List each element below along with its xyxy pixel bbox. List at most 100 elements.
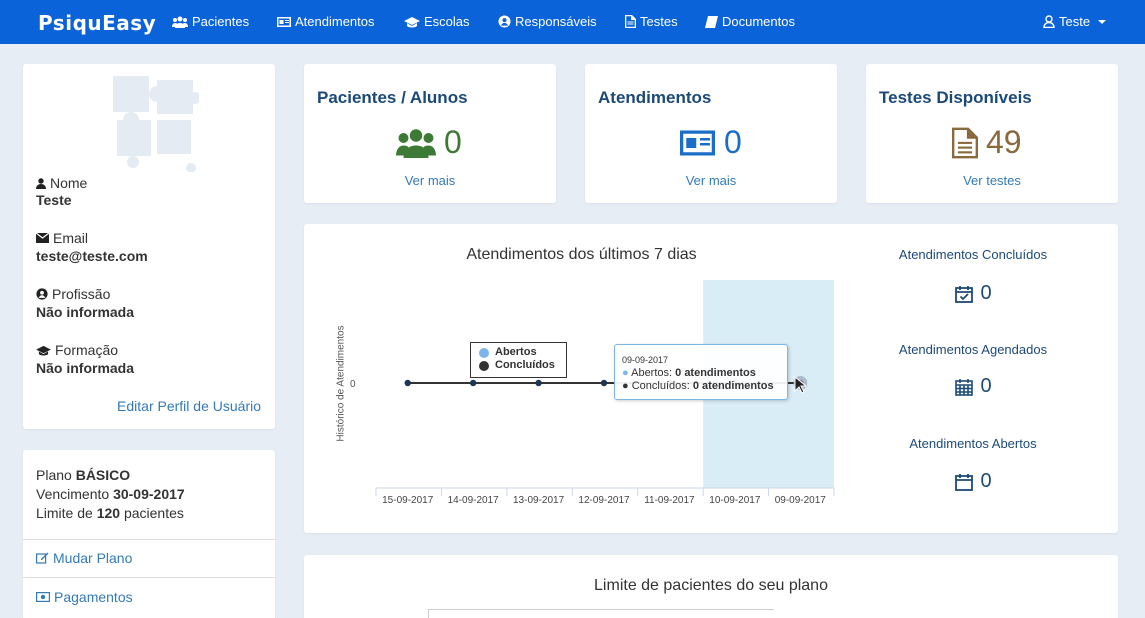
stat-value-row: 0	[396, 124, 462, 161]
x-tick-label: 10-09-2017	[709, 495, 761, 506]
calendar-icon	[955, 473, 974, 491]
summary-value: 0	[980, 282, 992, 304]
y-tick-label: 0	[350, 379, 356, 390]
nav-documentos[interactable]: Documentos	[705, 14, 795, 29]
envelope-icon	[36, 233, 49, 243]
legend-marker	[479, 360, 489, 371]
chart-title: Atendimentos dos últimos 7 dias	[466, 246, 697, 263]
nome-value: Teste	[36, 192, 72, 208]
x-tick-label: 15-09-2017	[382, 495, 434, 506]
summary-value: 0	[980, 470, 992, 492]
nome-label: Nome	[50, 175, 88, 191]
nome-label-row: Nome	[36, 175, 87, 191]
ver-mais-pacientes-link[interactable]: Ver mais	[304, 173, 556, 188]
tooltip-value: 0 atendimentos	[675, 367, 756, 379]
nav-escolas-label: Escolas	[424, 14, 470, 29]
limit-chart-title: Limite de pacientes do seu plano	[594, 577, 828, 594]
legend-item-abertos[interactable]: Abertos	[479, 346, 566, 359]
plan-card: Plano BÁSICO Vencimento 30-09-2017 Limit…	[23, 450, 275, 618]
tooltip-date: 09-09-2017	[622, 355, 669, 365]
formacao-label-row: Formação	[36, 342, 118, 358]
data-point	[535, 379, 542, 387]
summary-value: 0	[980, 375, 992, 397]
navbar: PsiquEasy Pacientes Atendimentos Escolas…	[0, 0, 1145, 44]
document-icon	[625, 15, 636, 28]
summary-value-row: 0	[859, 282, 1087, 305]
appointments-chart-card: Atendimentos dos últimos 7 dias Históric…	[304, 224, 1118, 533]
edit-profile-link[interactable]: Editar Perfil de Usuário	[117, 398, 261, 414]
chart-tooltip: 09-09-2017 ● Abertos: 0 atendimentos ● C…	[614, 344, 788, 400]
stat-value-row: 49	[952, 124, 1022, 161]
data-point	[469, 379, 477, 387]
nav-documentos-label: Documentos	[722, 14, 795, 29]
limit-chart-plot	[428, 609, 774, 618]
user-icon	[1043, 15, 1055, 28]
user-menu-label: Teste	[1059, 14, 1091, 29]
legend-label: Abertos	[495, 346, 537, 358]
user-icon	[36, 177, 46, 189]
summary-title: Atendimentos Abertos	[909, 436, 1037, 451]
divider	[23, 539, 275, 540]
id-card-icon	[680, 130, 715, 155]
ver-testes-link[interactable]: Ver testes	[866, 173, 1118, 188]
graduation-cap-icon	[36, 345, 51, 356]
brand-logo[interactable]: PsiquEasy	[38, 11, 156, 35]
limit-value: 120	[96, 505, 121, 521]
stat-title: Testes Disponíveis	[879, 88, 1032, 107]
document-icon	[952, 127, 978, 158]
users-icon	[172, 16, 188, 28]
user-menu[interactable]: Teste	[1043, 14, 1107, 29]
nav-escolas[interactable]: Escolas	[404, 14, 470, 29]
expiry-date: 30-09-2017	[113, 486, 185, 502]
avatar	[113, 76, 199, 172]
stat-card-atendimentos: Atendimentos 0 Ver mais	[585, 64, 837, 203]
legend-item-concluidos[interactable]: Concluídos	[479, 359, 566, 372]
user-circle-icon	[36, 288, 48, 300]
payments-label: Pagamentos	[54, 589, 133, 605]
tooltip-value: 0 atendimentos	[692, 380, 774, 392]
profile-card: Nome Teste Email teste@teste.com Profiss…	[23, 64, 275, 429]
data-point	[404, 379, 411, 387]
tooltip-label: Abertos:	[631, 367, 673, 379]
users-icon	[396, 128, 436, 158]
x-tick-label: 14-09-2017	[447, 495, 499, 506]
stat-card-testes: Testes Disponíveis 49 Ver testes	[866, 64, 1118, 203]
plan-info: Plano BÁSICO Vencimento 30-09-2017 Limit…	[36, 466, 185, 523]
chart-legend: Abertos Concluídos	[470, 342, 567, 378]
nav-testes-label: Testes	[640, 14, 678, 29]
email-label-row: Email	[36, 230, 88, 246]
profissao-label-row: Profissão	[36, 286, 110, 302]
stat-card-pacientes: Pacientes / Alunos 0 Ver mais	[304, 64, 556, 203]
tooltip-row-concluidos: ● Concluídos: 0 atendimentos	[622, 380, 774, 392]
plan-limit-chart-card: Limite de pacientes do seu plano	[304, 555, 1118, 618]
limit-prefix: Limite de	[36, 505, 93, 521]
ver-mais-atendimentos-link[interactable]: Ver mais	[585, 173, 837, 188]
plan-prefix: Plano	[36, 467, 72, 483]
nav-atendimentos[interactable]: Atendimentos	[277, 14, 375, 29]
divider	[23, 577, 275, 578]
payments-link[interactable]: Pagamentos	[36, 589, 133, 605]
profissao-label: Profissão	[52, 286, 111, 302]
stat-title: Pacientes / Alunos	[317, 88, 468, 107]
stat-value: 49	[986, 124, 1022, 160]
nav-testes[interactable]: Testes	[625, 14, 678, 29]
stat-title: Atendimentos	[598, 88, 712, 107]
nav-pacientes[interactable]: Pacientes	[172, 14, 249, 29]
legend-marker	[479, 347, 489, 358]
stat-value-row: 0	[679, 124, 742, 161]
change-plan-link[interactable]: Mudar Plano	[36, 550, 132, 566]
legend-label: Concluídos	[495, 359, 555, 371]
x-tick-label: 11-09-2017	[644, 495, 695, 506]
book-icon	[705, 15, 718, 28]
formacao-label: Formação	[55, 342, 119, 358]
x-tick-label: 12-09-2017	[578, 495, 630, 506]
calendar-grid-icon	[955, 378, 974, 396]
user-circle-icon	[498, 15, 511, 28]
graduation-cap-icon	[404, 16, 420, 27]
limit-row: Limite de 120 pacientes	[36, 504, 185, 523]
money-icon	[36, 592, 50, 602]
calendar-check-icon	[955, 285, 974, 303]
plan-row: Plano BÁSICO	[36, 466, 185, 485]
expiry-row: Vencimento 30-09-2017	[36, 485, 185, 504]
nav-responsaveis[interactable]: Responsáveis	[498, 14, 597, 29]
